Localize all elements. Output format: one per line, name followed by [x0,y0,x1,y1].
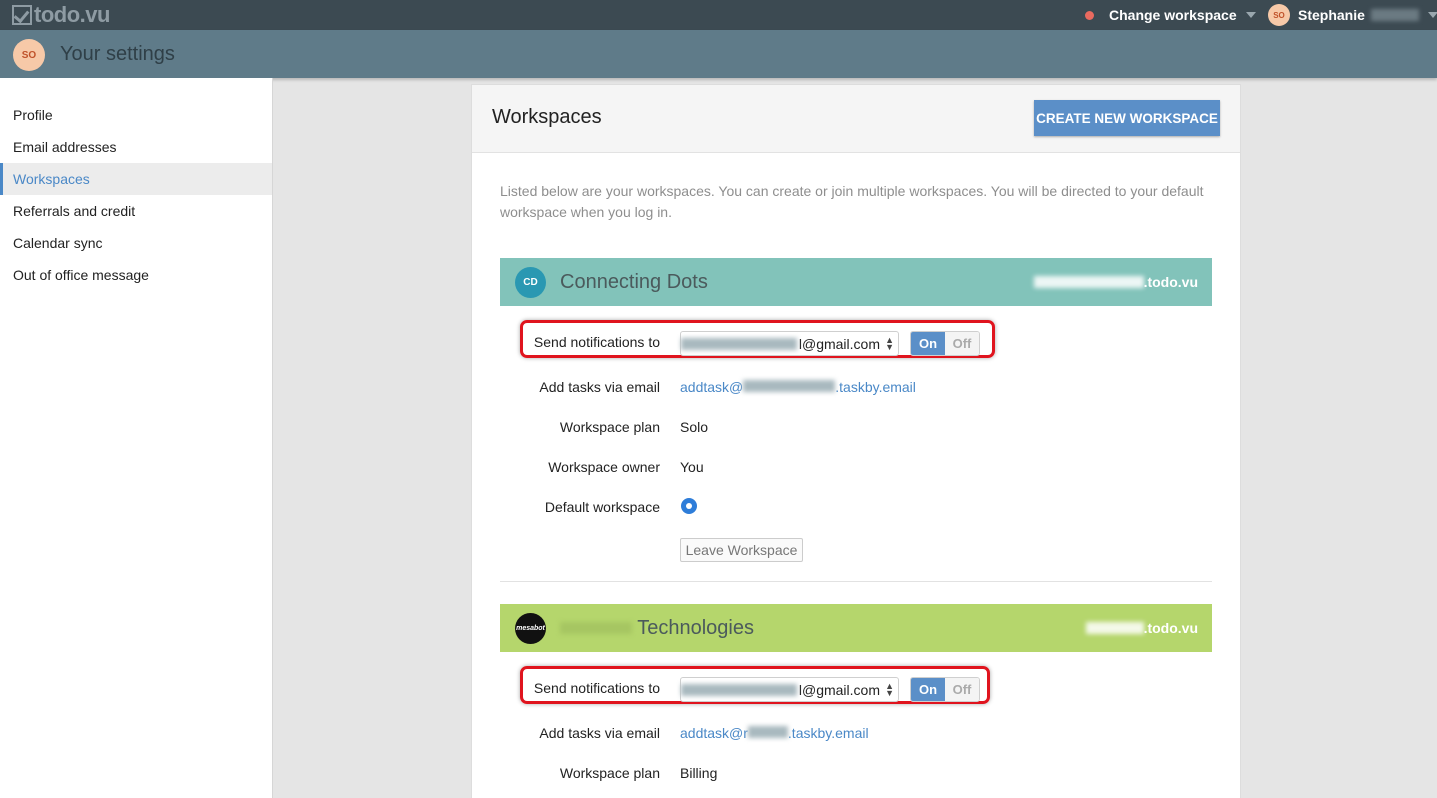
workspace-domain-suffix: .todo.vu [1143,620,1198,636]
workspace-domain-suffix: .todo.vu [1143,274,1198,290]
plan-row: Workspace plan Billing [500,762,1212,786]
add-tasks-suffix: .taskby.email [835,379,916,395]
page-title: Your settings [60,43,175,65]
sidebar-item-email-addresses[interactable]: Email addresses [0,131,272,163]
plan-label: Workspace plan [559,765,660,781]
select-arrows-icon: ▲ ▼ [885,681,894,698]
workspace-header-connecting-dots: CD Connecting Dots .todo.vu [500,258,1212,306]
redacted-email [681,683,797,696]
add-tasks-label: Add tasks via email [539,725,660,741]
section-title: Workspaces [492,106,602,128]
redacted-subdomain [1085,622,1144,634]
workspace-badge: CD [515,267,546,298]
notify-email-select[interactable]: l@gmail.com ▲ ▼ [680,677,899,702]
leave-workspace-button[interactable]: Leave Workspace [680,538,803,562]
default-row: Default workspace [500,496,1212,520]
workspace-domain: .todo.vu [1033,274,1198,290]
change-workspace-menu[interactable]: Change workspace [1085,0,1256,30]
panel-header: Workspaces CREATE NEW WORKSPACE [472,85,1240,153]
sidebar-item-calendar-sync[interactable]: Calendar sync [0,227,272,259]
workspace-header-technologies: mesabot Technologies .todo.vu [500,604,1212,652]
owner-row: Workspace owner You [500,456,1212,480]
sidebar-item-workspaces[interactable]: Workspaces [0,163,272,195]
logo-text: todo.vu [34,2,110,27]
toggle-off[interactable]: Off [945,332,979,355]
user-avatar: SO [1268,4,1290,26]
user-name: Stephanie [1298,7,1365,23]
redacted-surname [1370,9,1419,21]
redacted-subdomain [1033,276,1144,288]
default-label: Default workspace [544,499,660,515]
notify-label: Send notifications to [533,334,660,350]
add-tasks-prefix: addtask@r [680,725,748,741]
notify-toggle[interactable]: On Off [910,677,980,702]
select-arrows-icon: ▲ ▼ [885,335,894,352]
avatar[interactable]: SO [13,39,45,71]
plan-value: Solo [680,419,709,435]
workspace-name: Technologies [560,617,754,640]
settings-sidebar: Profile Email addresses Workspaces Refer… [0,78,273,798]
create-workspace-button[interactable]: CREATE NEW WORKSPACE [1034,100,1220,136]
top-bar: todo.vu Change workspace SO Stephanie [0,0,1437,30]
workspace-name: Connecting Dots [560,271,708,293]
workspace-badge: mesabot [515,613,546,644]
intro-text: Listed below are your workspaces. You ca… [500,183,1204,220]
owner-value: You [680,459,704,475]
chevron-down-icon [1245,12,1256,18]
notify-toggle[interactable]: On Off [910,331,980,356]
workspace-domain: .todo.vu [1085,620,1198,636]
notify-email-select[interactable]: l@gmail.com ▲ ▼ [680,331,899,356]
sidebar-item-out-of-office[interactable]: Out of office message [0,259,272,291]
redacted-address [747,726,788,738]
add-tasks-email-link[interactable]: addtask@ .taskby.email [680,379,916,395]
notify-row: Send notifications to l@gmail.com ▲ ▼ On … [500,666,1212,704]
add-tasks-email-link[interactable]: addtask@r .taskby.email [680,725,869,741]
redacted-address [743,380,836,392]
leave-row: Leave Workspace [500,538,1212,562]
divider [500,581,1212,582]
notify-row: Send notifications to l@gmail.com ▲ ▼ On … [500,320,1212,358]
settings-header [0,30,1437,78]
change-workspace-label: Change workspace [1109,7,1237,23]
toggle-off[interactable]: Off [945,678,979,701]
check-logo-icon [12,5,32,25]
user-menu[interactable]: SO Stephanie [1268,0,1437,30]
redacted-email [681,337,797,350]
todovu-logo[interactable]: todo.vu [12,2,110,27]
toggle-on[interactable]: On [911,332,945,355]
redacted-name [560,622,632,634]
add-tasks-prefix: addtask@ [680,379,744,395]
workspace-name-text: Technologies [637,617,754,639]
add-tasks-row: Add tasks via email addtask@r .taskby.ema… [500,722,1212,746]
add-tasks-suffix: .taskby.email [787,725,869,741]
owner-label: Workspace owner [548,459,660,475]
notify-email-suffix: l@gmail.com [798,681,880,698]
chevron-down-icon [1427,12,1437,18]
notification-dot-icon [1085,10,1094,20]
sidebar-item-referrals[interactable]: Referrals and credit [0,195,272,227]
toggle-on[interactable]: On [911,678,945,701]
workspaces-panel: Workspaces CREATE NEW WORKSPACE Listed b… [471,84,1241,798]
plan-row: Workspace plan Solo [500,416,1212,440]
add-tasks-row: Add tasks via email addtask@ .taskby.emai… [500,376,1212,400]
notify-email-suffix: l@gmail.com [798,335,880,352]
add-tasks-label: Add tasks via email [539,379,660,395]
sidebar-item-profile[interactable]: Profile [0,99,272,131]
default-workspace-radio[interactable] [681,498,697,514]
notify-label: Send notifications to [533,680,660,696]
plan-label: Workspace plan [559,419,660,435]
plan-value: Billing [680,765,718,781]
